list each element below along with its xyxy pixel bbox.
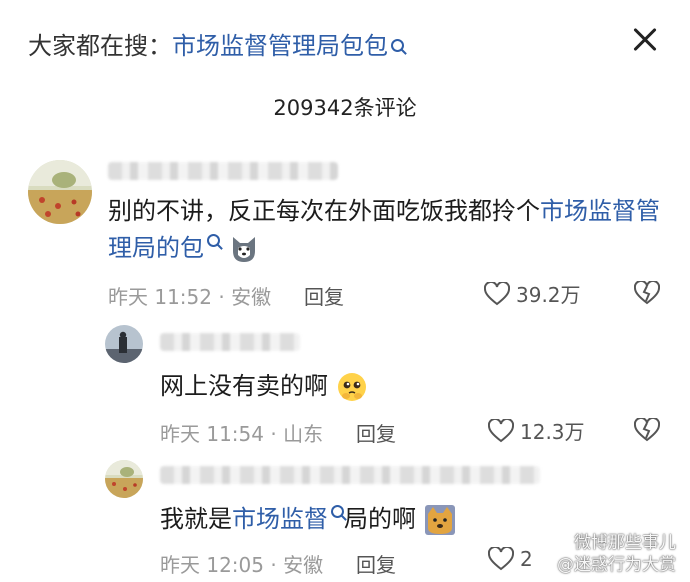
like-count: 12.3万 [520, 420, 585, 444]
reply-time-location: 昨天 12:05 · 安徽 [160, 553, 324, 577]
watermark: 微博那些事儿 @迷惑行为大赏 [557, 532, 676, 576]
like-button[interactable]: 2 [488, 547, 533, 571]
reply-text: 网上没有卖的啊 [160, 368, 368, 405]
trending-search-prefix: 大家都在搜： [28, 31, 172, 60]
comment-count: 209342条评论 [273, 96, 417, 120]
doge-emoji-icon [424, 504, 456, 536]
reply-button[interactable]: 回复 [356, 549, 396, 578]
username-redacted [108, 162, 338, 180]
search-icon [331, 505, 344, 518]
like-button[interactable]: 39.2万 [484, 279, 581, 308]
heart-icon [484, 281, 510, 305]
username-redacted [160, 333, 300, 351]
broken-heart-icon[interactable] [633, 416, 661, 446]
trending-search-link[interactable]: 市场监督管理局包包 [172, 26, 388, 61]
comment-text: 别的不讲，反正每次在外面吃饭我都拎个市场监督管理局的包 [108, 193, 668, 267]
pleading-emoji-icon [336, 371, 368, 403]
avatar[interactable] [105, 325, 143, 363]
search-icon [207, 234, 220, 247]
reply-button[interactable]: 回复 [304, 281, 344, 310]
heart-icon [488, 547, 514, 571]
broken-heart-icon[interactable] [633, 279, 661, 309]
like-button[interactable]: 12.3万 [488, 416, 585, 445]
reply-button[interactable]: 回复 [356, 418, 396, 447]
watermark-line-2: @迷惑行为大赏 [557, 555, 676, 575]
avatar[interactable] [28, 160, 92, 224]
search-icon [391, 38, 404, 52]
husky-emoji-icon [228, 233, 260, 265]
heart-icon [488, 418, 514, 442]
reply-text-plain-after: 局的啊 [344, 505, 416, 533]
username-redacted [160, 466, 540, 484]
like-count: 2 [520, 547, 533, 571]
comment-text-plain: 别的不讲，反正每次在外面吃饭我都拎个 [108, 197, 540, 225]
reply-text-plain: 我就是 [160, 505, 232, 533]
reply-search-link[interactable]: 市场监督 [232, 505, 328, 533]
close-icon[interactable] [626, 20, 666, 60]
comment-time-location: 昨天 11:52 · 安徽 [108, 285, 272, 309]
reply-time-location: 昨天 11:54 · 山东 [160, 422, 324, 446]
reply-text: 我就是市场监督 局的啊 [160, 501, 456, 538]
like-count: 39.2万 [516, 283, 581, 307]
watermark-line-1: 微博那些事儿 [574, 533, 676, 553]
avatar[interactable] [105, 460, 143, 498]
reply-text-plain: 网上没有卖的啊 [160, 372, 328, 400]
trending-search-bar: 大家都在搜： 市场监督管理局包包 [28, 22, 404, 64]
